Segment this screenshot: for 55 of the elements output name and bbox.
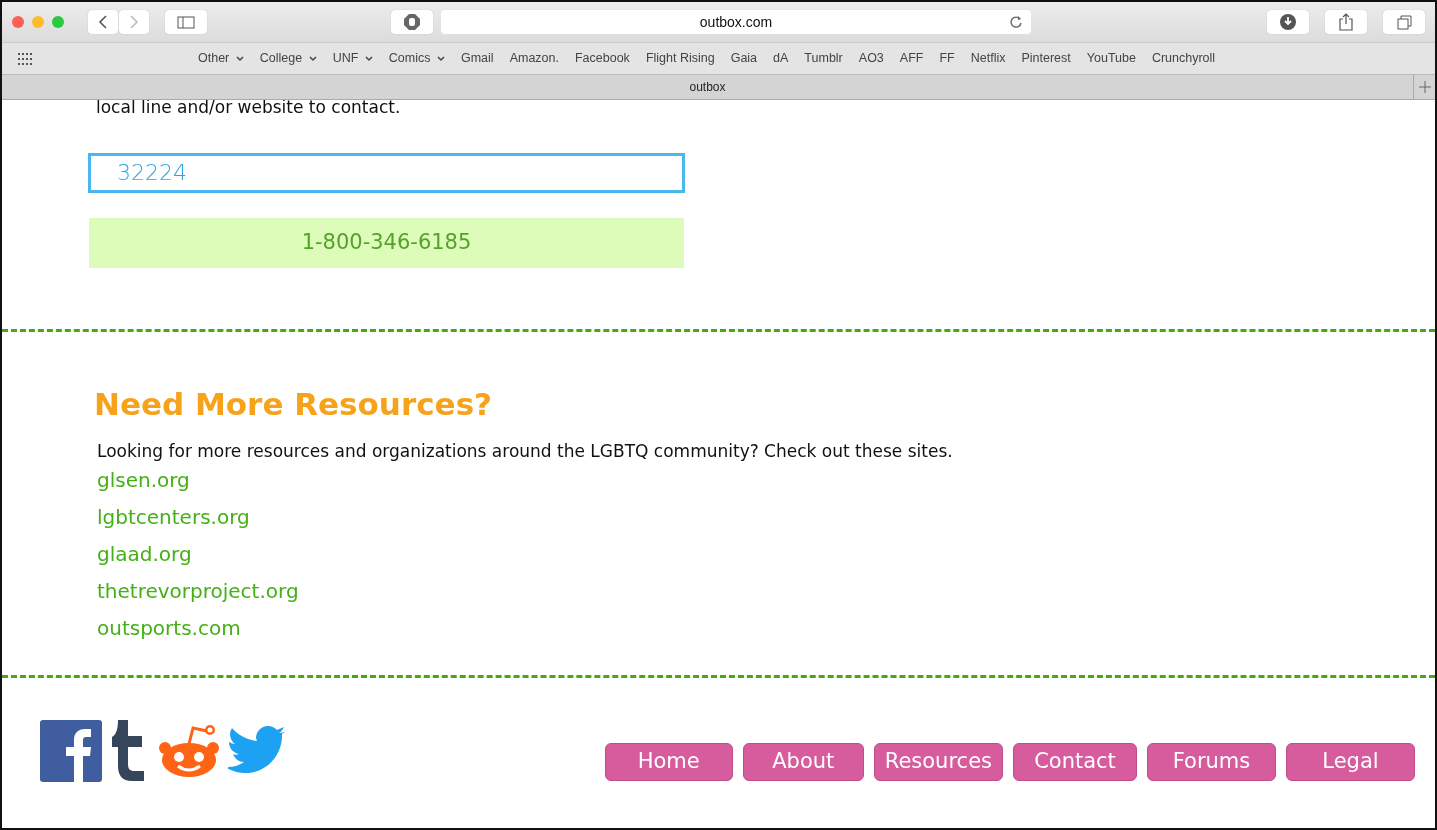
hand-icon (404, 14, 420, 30)
bookmark-link[interactable]: Crunchyroll (1145, 49, 1222, 68)
nav-button[interactable]: Forums (1147, 743, 1276, 782)
grid-icon[interactable] (18, 52, 34, 65)
caret-icon (308, 55, 317, 62)
bookmark-folder[interactable]: Comics (382, 49, 451, 68)
download-icon (1280, 14, 1296, 30)
reddit-icon[interactable] (158, 724, 220, 779)
bookmark-link[interactable]: Flight Rising (639, 49, 721, 68)
bookmark-link[interactable]: AFF (893, 49, 930, 68)
facebook-icon[interactable] (40, 720, 102, 783)
hand-stop-button[interactable] (391, 10, 433, 34)
bookmark-link[interactable]: Amazon. (503, 49, 565, 68)
bookmark-link[interactable]: FF (933, 49, 961, 68)
sidebar-icon (177, 15, 195, 29)
share-icon (1339, 13, 1353, 31)
url-text: outbox.com (699, 12, 773, 32)
section-heading: Need More Resources? (94, 385, 494, 423)
bookmark-link[interactable]: Gaia (724, 49, 764, 68)
description-text: Looking for more resources and organizations around the LGBTQ community? Check out these sites. (97, 439, 954, 463)
caret-icon (235, 55, 244, 62)
caret-icon (436, 55, 445, 62)
bookmark-folder[interactable]: College (253, 49, 323, 68)
nav-button[interactable]: Resources (873, 743, 1003, 782)
bookmark-link[interactable]: Gmail (454, 49, 500, 68)
download-button[interactable] (1267, 10, 1309, 34)
caret-icon (364, 55, 373, 62)
bookmark-link[interactable]: AO3 (852, 49, 890, 68)
back-button[interactable] (88, 10, 118, 34)
nav-button[interactable]: Home (604, 743, 733, 782)
forward-button[interactable] (119, 10, 149, 34)
bookmark-folder[interactable]: Other (192, 49, 250, 68)
tabs-button[interactable] (1383, 10, 1425, 34)
tabs-icon (1396, 14, 1412, 30)
share-button[interactable] (1325, 10, 1367, 34)
nav-button[interactable]: Legal (1286, 743, 1415, 782)
bookmark-link[interactable]: Pinterest (1015, 49, 1077, 68)
bookmark-link[interactable]: Tumblr (798, 49, 849, 68)
zoom-window-icon[interactable] (52, 16, 64, 28)
reload-icon[interactable] (1009, 15, 1023, 29)
plus-icon (1418, 81, 1431, 93)
nav-button[interactable]: Contact (1013, 743, 1137, 782)
intro-text: local line and/or website to contact. (96, 100, 402, 119)
nav-button[interactable]: About (742, 743, 864, 782)
hotline-number: 1-800-346-6185 (89, 217, 684, 268)
bookmark-link[interactable]: dA (767, 49, 795, 68)
bookmark-link[interactable]: Netflix (964, 49, 1012, 68)
chevron-left-icon (98, 15, 108, 29)
bookmark-folder[interactable]: UNF (326, 49, 379, 68)
address-bar[interactable]: outbox.com (441, 10, 1031, 34)
bookmark-link[interactable]: Facebook (568, 49, 636, 68)
bookmark-link[interactable]: YouTube (1080, 49, 1142, 68)
chevron-right-icon (129, 15, 139, 29)
close-window-icon[interactable] (12, 16, 24, 28)
sidebar-button[interactable] (165, 10, 207, 34)
